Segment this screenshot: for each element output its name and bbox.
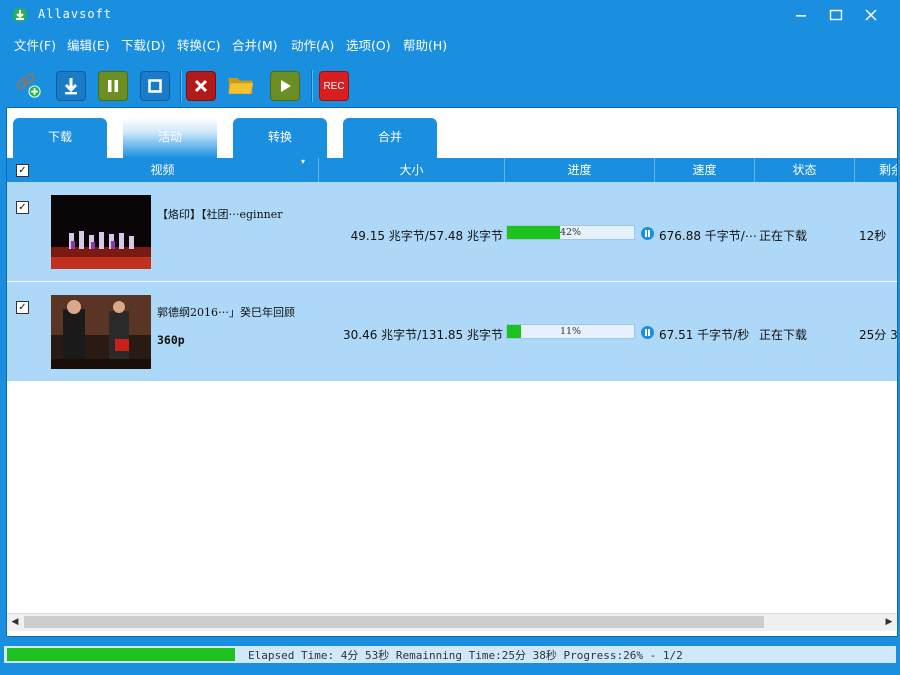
menu-help[interactable]: 帮助(H) [403,35,447,54]
file-size: 30.46 兆字节/131.85 兆字节 [342,328,503,342]
download-list: ✓ 【烙印】【社团⋯eginner 49.15 兆字节/57.48 兆字节 42… [7,182,897,602]
stop-icon[interactable] [140,71,170,101]
column-status[interactable]: 状态 [755,158,855,182]
toolbar: REC [0,62,900,108]
sort-arrow-icon: ▾ [301,158,306,166]
title-bar: Allavsoft [0,0,900,30]
column-speed[interactable]: 速度 [655,158,755,182]
link-add-icon[interactable] [14,71,42,99]
download-speed: 676.88 千字节/⋯ [659,229,757,243]
menu-convert[interactable]: 转换(C) [177,35,220,54]
menu-action[interactable]: 动作(A) [291,35,334,54]
close-icon[interactable] [854,0,888,30]
status-bar: Elapsed Time: 4分 53秒 Remainning Time:25分… [4,646,896,663]
app-logo-icon [12,7,28,23]
delete-icon[interactable] [186,71,216,101]
column-video-label: 视频 [150,163,175,177]
main-panel: 下载 活动 转换 合并 ✓ 视频 ▾ 大小 进度 速度 状态 剩余 ✓ [6,107,898,637]
column-remaining[interactable]: 剩余 [855,158,897,182]
column-size[interactable]: 大小 [319,158,505,182]
menu-download[interactable]: 下载(D) [121,35,165,54]
app-window: Allavsoft 文件(F) 编辑(E) 下载(D) 转换(C) 合并(M) … [0,0,900,675]
column-video[interactable]: 视频 [7,158,319,182]
overall-progress-bar [7,648,235,661]
download-speed: 67.51 千字节/秒 [659,328,750,342]
table-row[interactable]: ✓ 【烙印】【社团⋯eginner 49.15 兆字节/57.48 兆字节 42… [7,182,897,282]
tab-strip: 下载 活动 转换 合并 [7,108,897,158]
menu-bar: 文件(F) 编辑(E) 下载(D) 转换(C) 合并(M) 动作(A) 选项(O… [0,32,900,54]
download-status: 正在下载 [759,229,808,243]
menu-edit[interactable]: 编辑(E) [67,35,110,54]
video-title: 郭德纲2016⋯」癸巳年回顾 [157,306,295,319]
time-remaining: 25分 3 [859,328,897,342]
scroll-right-icon[interactable]: ▶ [881,614,897,631]
file-size: 49.15 兆字节/57.48 兆字节 [350,229,503,243]
play-icon[interactable] [270,71,300,101]
maximize-icon[interactable] [819,0,853,30]
minimize-icon[interactable] [784,0,818,30]
horizontal-scrollbar[interactable]: ◀ ▶ [7,613,897,631]
column-progress[interactable]: 进度 [505,158,655,182]
row-checkbox[interactable]: ✓ [16,201,29,214]
video-thumbnail [51,295,151,369]
progress-label: 11% [559,326,582,337]
tab-merge[interactable]: 合并 [343,118,437,158]
rec-label: REC [323,80,345,92]
window-title: Allavsoft [38,7,113,21]
rec-icon[interactable]: REC [319,71,349,101]
column-header: ✓ 视频 ▾ 大小 进度 速度 状态 剩余 [7,158,897,182]
scroll-left-icon[interactable]: ◀ [7,614,23,631]
scrollbar-thumb[interactable] [24,616,764,628]
menu-file[interactable]: 文件(F) [14,35,56,54]
pause-icon[interactable] [641,326,654,339]
overall-progress-fill [7,648,235,661]
video-resolution: 360p [157,333,185,347]
progress-bar: 42% [506,225,635,240]
status-text: Elapsed Time: 4分 53秒 Remainning Time:25分… [248,649,683,662]
video-title: 【烙印】【社团⋯eginner [157,208,283,221]
tab-active[interactable]: 活动 [123,118,217,158]
menu-options[interactable]: 选项(O) [346,35,391,54]
folder-icon[interactable] [227,71,255,99]
download-icon[interactable] [56,71,86,101]
time-remaining: 12秒 [859,229,887,243]
toolbar-divider [311,70,312,102]
tab-convert[interactable]: 转换 [233,118,327,158]
progress-bar: 11% [506,324,635,339]
progress-label: 42% [559,227,582,238]
table-row[interactable]: ✓ 郭德纲2016⋯」癸巳年回顾 360p 30.46 兆字节/131.85 兆… [7,282,897,382]
pause-icon[interactable] [641,227,654,240]
pause-icon[interactable] [98,71,128,101]
row-checkbox[interactable]: ✓ [16,301,29,314]
video-thumbnail [51,195,151,269]
menu-merge[interactable]: 合并(M) [232,35,278,54]
download-status: 正在下载 [759,328,808,342]
tab-download[interactable]: 下载 [13,118,107,158]
toolbar-divider [180,70,181,102]
